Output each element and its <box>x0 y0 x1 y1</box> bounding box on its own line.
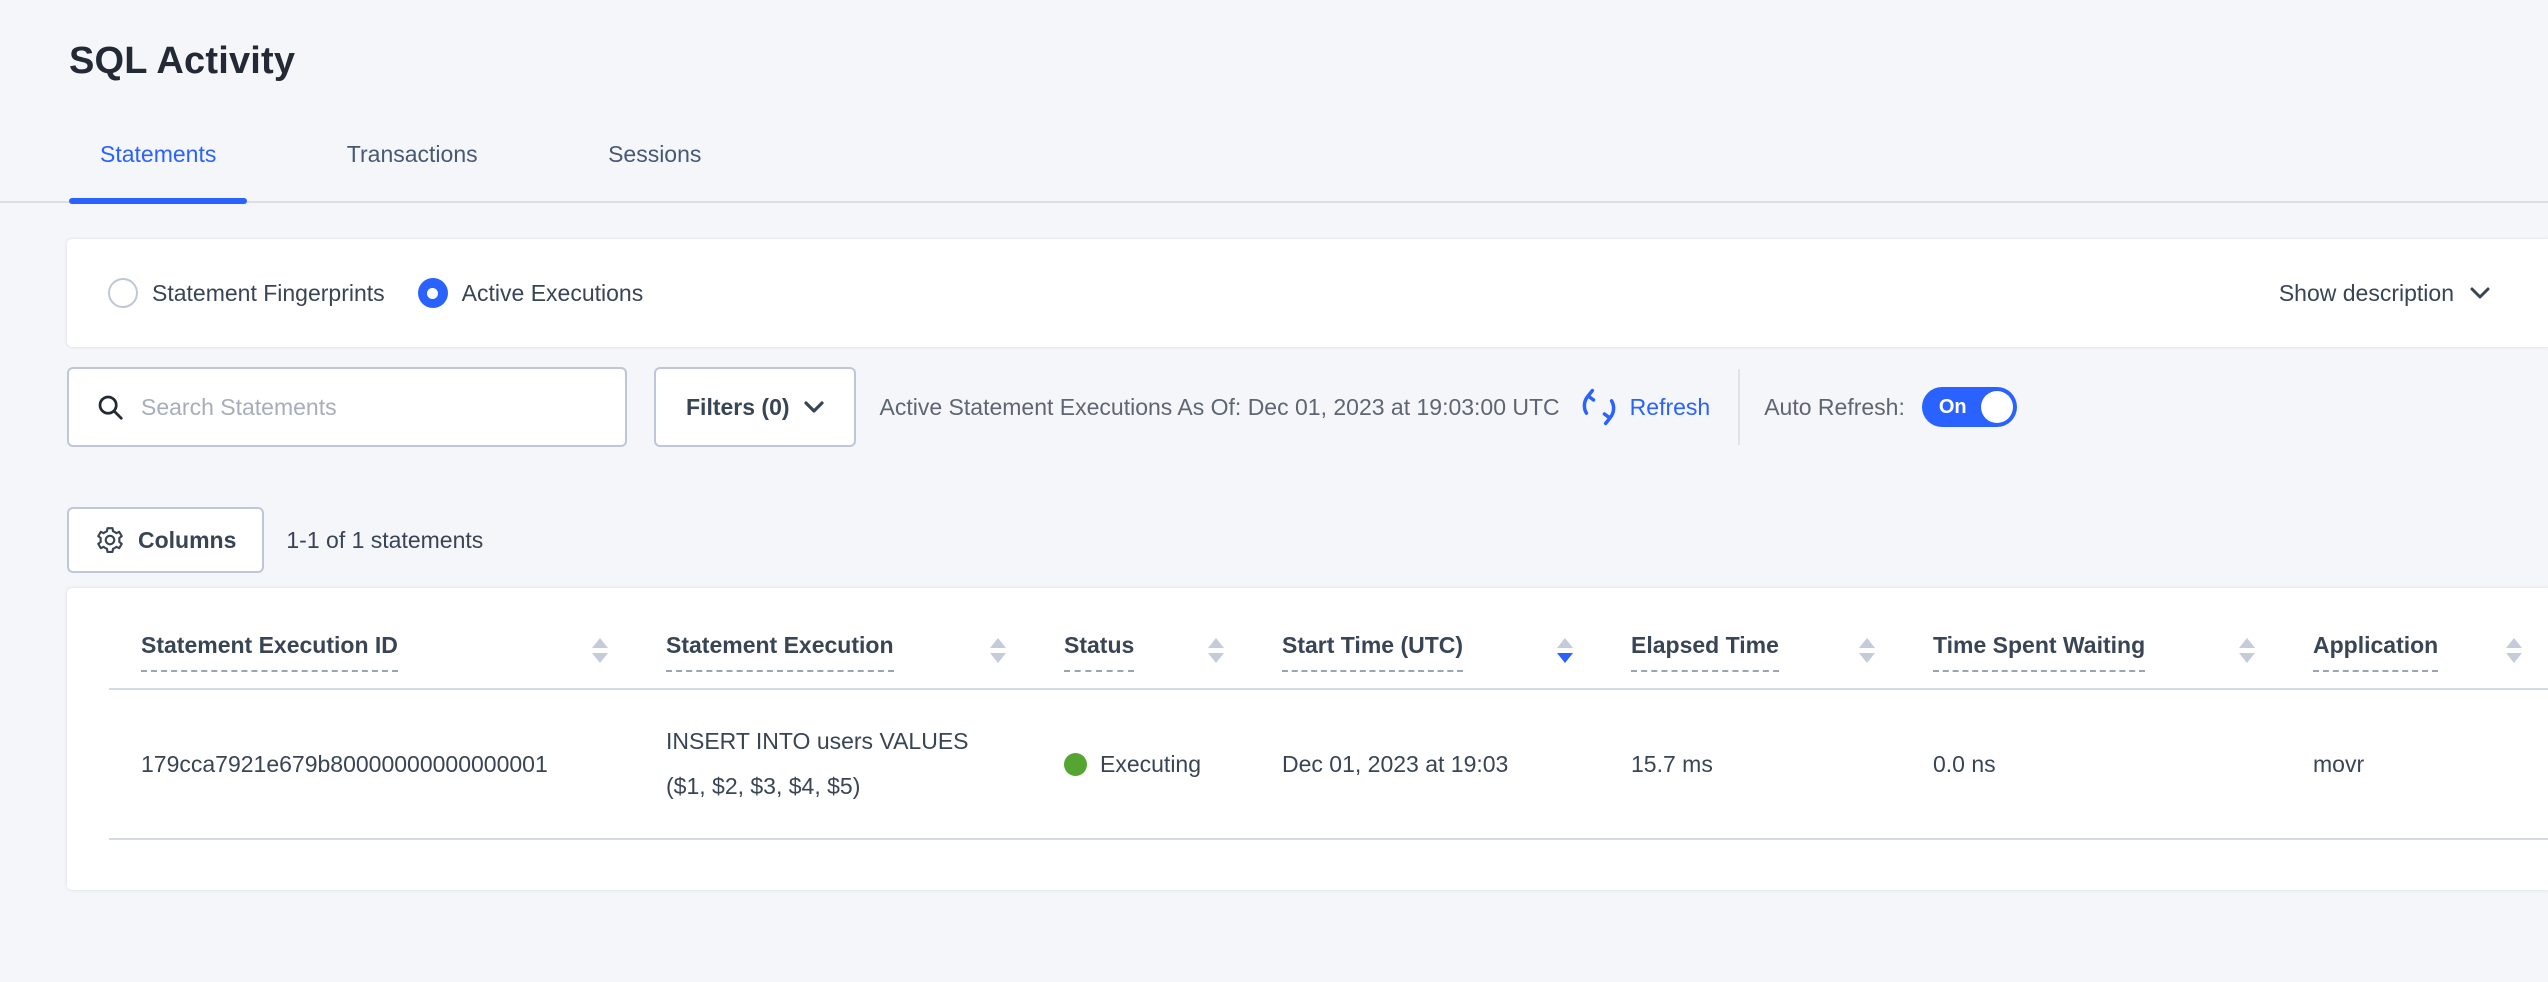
view-mode-card: Statement Fingerprints Active Executions… <box>67 239 2548 347</box>
chevron-down-icon <box>2470 287 2490 299</box>
tab-bar: Statements Transactions Sessions <box>0 141 2548 203</box>
cell-start-time: Dec 01, 2023 at 19:03 <box>1250 689 1599 839</box>
sql-activity-page: SQL Activity Statements Transactions Ses… <box>0 0 2548 982</box>
controls-row: Filters (0) Active Statement Executions … <box>67 367 2548 447</box>
refresh-button[interactable]: Refresh <box>1578 386 1711 428</box>
column-header-elapsed-time[interactable]: Elapsed Time <box>1599 588 1901 689</box>
tab-statements[interactable]: Statements <box>69 141 247 201</box>
table-controls: Columns 1-1 of 1 statements <box>67 507 2548 573</box>
column-header-status[interactable]: Status <box>1032 588 1250 689</box>
statements-table: Statement Execution ID Statement Executi… <box>109 588 2548 840</box>
search-icon <box>95 392 125 422</box>
statements-table-card: Statement Execution ID Statement Executi… <box>67 588 2548 890</box>
sort-arrows-icon <box>1859 638 1875 663</box>
gear-icon <box>95 525 125 555</box>
column-header-statement-execution-id[interactable]: Statement Execution ID <box>109 588 634 689</box>
sort-arrows-icon <box>1557 638 1573 663</box>
show-description-label: Show description <box>2279 280 2454 307</box>
cell-elapsed-time: 15.7 ms <box>1599 689 1901 839</box>
page-title: SQL Activity <box>0 0 2548 83</box>
sort-arrows-icon <box>1208 638 1224 663</box>
table-row[interactable]: 179cca7921e679b80000000000000001 INSERT … <box>109 689 2548 839</box>
sort-arrows-icon <box>2506 638 2522 663</box>
column-header-start-time[interactable]: Start Time (UTC) <box>1250 588 1599 689</box>
tab-sessions[interactable]: Sessions <box>577 141 732 201</box>
radio-unchecked-icon <box>108 278 138 308</box>
radio-label: Active Executions <box>462 280 644 307</box>
table-header-row: Statement Execution ID Statement Executi… <box>109 588 2548 689</box>
sort-arrows-icon <box>2239 638 2255 663</box>
toggle-state-label: On <box>1939 396 1967 419</box>
column-header-application[interactable]: Application <box>2281 588 2548 689</box>
show-description-toggle[interactable]: Show description <box>2279 280 2490 307</box>
cell-status: Executing <box>1032 689 1250 839</box>
radio-label: Statement Fingerprints <box>152 280 385 307</box>
radio-checked-icon <box>418 278 448 308</box>
column-header-statement-execution[interactable]: Statement Execution <box>634 588 1032 689</box>
search-box <box>67 367 627 447</box>
radio-active-executions[interactable]: Active Executions <box>418 278 644 308</box>
tab-transactions[interactable]: Transactions <box>316 141 509 201</box>
cell-time-spent-waiting: 0.0 ns <box>1901 689 2281 839</box>
result-count: 1-1 of 1 statements <box>286 527 483 554</box>
chevron-down-icon <box>804 401 824 413</box>
status-label: Executing <box>1100 751 1201 778</box>
cell-statement: INSERT INTO users VALUES ($1, $2, $3, $4… <box>634 689 1032 839</box>
auto-refresh-label: Auto Refresh: <box>1764 394 1905 421</box>
radio-statement-fingerprints[interactable]: Statement Fingerprints <box>108 278 385 308</box>
as-of-text: Active Statement Executions As Of: Dec 0… <box>880 394 1560 421</box>
sort-arrows-icon <box>592 638 608 663</box>
filters-button[interactable]: Filters (0) <box>654 367 856 447</box>
cell-application: movr <box>2281 689 2548 839</box>
cell-execution-id: 179cca7921e679b80000000000000001 <box>109 689 634 839</box>
refresh-icon <box>1578 386 1620 428</box>
sort-arrows-icon <box>990 638 1006 663</box>
vertical-divider <box>1738 369 1740 445</box>
column-header-time-spent-waiting[interactable]: Time Spent Waiting <box>1901 588 2281 689</box>
toggle-knob-icon <box>1981 391 2013 423</box>
status-dot <box>1064 753 1087 776</box>
search-input[interactable] <box>141 394 605 421</box>
columns-button[interactable]: Columns <box>67 507 264 573</box>
auto-refresh-toggle[interactable]: On <box>1922 387 2017 427</box>
refresh-label: Refresh <box>1630 394 1711 421</box>
